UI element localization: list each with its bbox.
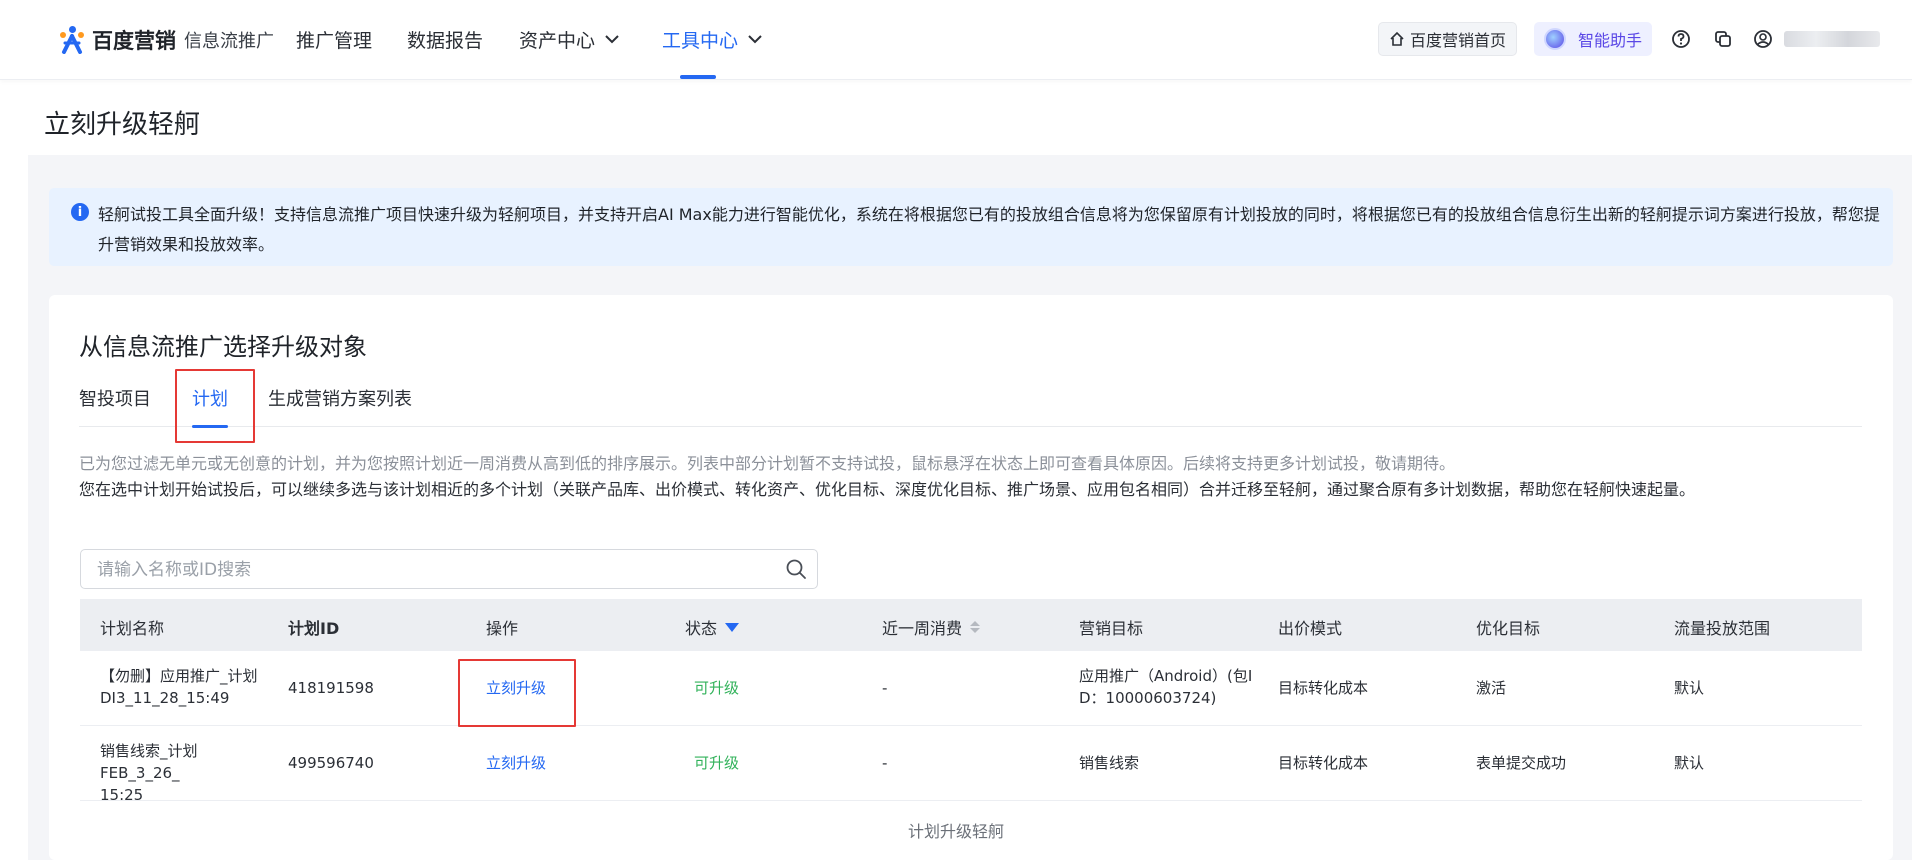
status-badge[interactable]: 可升级 [694,677,739,699]
merge-note: 您在选中计划开始试投后，可以继续多选与该计划相近的多个计划（关联产品库、出价模式… [79,480,1696,499]
smart-assistant-button[interactable]: 智能助手 [1534,22,1653,56]
page-title: 立刻升级轻舸 [44,110,201,140]
banner-text: 轻舸试投工具全面升级！支持信息流推广项目快速升级为轻舸项目，并支持开启AI Ma… [98,205,1880,254]
header-action: 操作 [486,615,518,639]
header-label: 优化目标 [1476,619,1541,638]
header-label: 近一周消费 [882,619,963,638]
home-icon [1390,31,1404,46]
cell-marketing-goal: 销售线索 [1079,754,1140,772]
cell-plan-name: 销售线索_计划FEB_3_26_ 15:25 [100,740,275,806]
header-marketing-goal: 营销目标 [1079,615,1143,639]
header-label: 出价模式 [1278,619,1343,638]
plan-description: 已为您过滤无单元或无创意的计划，并为您按照计划近一周消费从高到低的排序展示。列表… [79,451,1869,503]
status-badge[interactable]: 可升级 [694,752,739,774]
cell-marketing-goal: 应用推广（Android）(包I D：10000603724) [1079,665,1264,709]
info-icon: i [71,203,89,221]
table-row: 【勿删】应用推广_计划 DI3_11_28_15:49 418191598 立刻… [80,651,1862,726]
assistant-button-label: 智能助手 [1578,31,1643,50]
tab-marketing-plan-list[interactable]: 生成营销方案列表 [268,385,412,411]
section-title: 从信息流推广选择升级对象 [79,333,367,361]
highlight-box-plans-tab [175,369,255,443]
highlight-box-upgrade-action [458,659,576,727]
tab-smart-projects[interactable]: 智投项目 [79,385,151,411]
sort-icon[interactable] [970,621,981,633]
table-header: 计划名称 计划ID 操作 状态 近一周消费 营销目标 出价模式 优化目标 流量投… [80,599,1862,651]
header-weekly-spend[interactable]: 近一周消费 [882,615,981,639]
table-row: 销售线索_计划FEB_3_26_ 15:25 499596740 立刻升级 可升… [80,726,1862,804]
nav-item-label: 资产中心 [519,30,596,52]
cell-bid-mode: 目标转化成本 [1278,679,1369,697]
brand-name: 百度营销 [92,29,176,53]
nav-item-campaign-management[interactable]: 推广管理 [296,26,372,53]
brand-product: 信息流推广 [184,31,274,52]
nav-item-asset-center[interactable]: 资产中心 [519,26,619,53]
goal-line: 应用推广（Android）(包I [1079,667,1253,685]
nav-item-label: 推广管理 [296,30,373,52]
info-banner: i 轻舸试投工具全面升级！支持信息流推广项目快速升级为轻舸项目，并支持开启AI … [49,188,1893,266]
search-input[interactable] [97,558,757,582]
nav-item-label: 工具中心 [662,30,739,52]
plan-name-line: 15:25 [100,786,144,804]
header-optimization-goal: 优化目标 [1476,615,1540,639]
cell-optimization-goal: 表单提交成功 [1476,754,1567,772]
plan-name-line: 销售线索_计划FEB_3_26_ [100,742,198,782]
goal-line: D：10000603724) [1079,689,1217,707]
cell-plan-id: 418191598 [288,679,374,697]
top-nav: 百度营销 信息流推广 推广管理 数据报告 资产中心 工具中心 百度营销首页 智能… [0,0,1912,80]
chevron-down-icon [605,32,619,48]
filter-icon[interactable] [725,622,740,632]
header-label: 计划名称 [100,619,165,638]
header-plan-name: 计划名称 [100,615,164,639]
figure-caption: 计划升级轻舸 [907,822,1004,841]
cell-optimization-goal: 激活 [1476,679,1507,697]
header-label: 流量投放范围 [1674,619,1771,638]
cell-traffic-scope: 默认 [1674,754,1705,772]
filter-note: 已为您过滤无单元或无创意的计划，并为您按照计划近一周消费从高到低的排序展示。列表… [79,454,1456,473]
user-icon[interactable] [1750,26,1776,52]
assistant-avatar-icon [1544,28,1566,50]
header-label: 营销目标 [1079,619,1144,638]
search-icon[interactable] [785,558,807,580]
cell-weekly-spend: - [882,754,888,772]
plan-name-line: DI3_11_28_15:49 [100,689,230,707]
header-bid-mode: 出价模式 [1278,615,1342,639]
cell-weekly-spend: - [882,679,888,697]
brand[interactable]: 百度营销 信息流推广 [58,24,274,56]
plan-name-line: 【勿删】应用推广_计划 [100,667,258,685]
header-plan-id: 计划ID [288,615,339,639]
header-label: 操作 [486,619,519,638]
cell-bid-mode: 目标转化成本 [1278,754,1369,772]
nav-item-label: 数据报告 [407,30,484,52]
copy-icon[interactable] [1710,26,1736,52]
header-label: 状态 [685,619,718,638]
tab-divider [79,426,1862,427]
cell-traffic-scope: 默认 [1674,679,1705,697]
upgrade-target-card: 从信息流推广选择升级对象 智投项目 计划 生成营销方案列表 已为您过滤无单元或无… [49,295,1893,860]
username-blurred[interactable] [1784,31,1880,47]
upgrade-now-link[interactable]: 立刻升级 [486,752,546,774]
baidu-marketing-logo-icon [58,26,86,54]
header-status: 状态 [685,615,740,639]
chevron-down-icon [748,32,762,48]
active-nav-indicator [680,75,716,79]
baidu-marketing-home-button[interactable]: 百度营销首页 [1378,22,1518,56]
nav-item-data-report[interactable]: 数据报告 [407,26,483,53]
cell-plan-id: 499596740 [288,754,374,772]
home-button-label: 百度营销首页 [1410,31,1507,50]
header-label: 计划ID [288,619,340,638]
nav-item-tool-center[interactable]: 工具中心 [662,26,762,53]
help-icon[interactable] [1668,26,1694,52]
cell-plan-name: 【勿删】应用推广_计划 DI3_11_28_15:49 [100,665,275,709]
plan-table: 计划名称 计划ID 操作 状态 近一周消费 营销目标 出价模式 优化目标 流量投… [80,599,1862,804]
header-traffic-scope: 流量投放范围 [1674,615,1770,639]
search-box[interactable] [80,549,818,589]
